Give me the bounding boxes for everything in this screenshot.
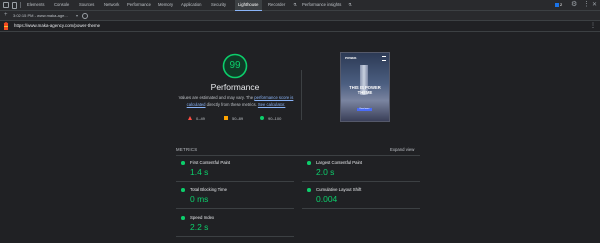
tab-performance[interactable]: Performance	[127, 0, 151, 10]
metric-value: 0 ms	[190, 194, 209, 204]
lighthouse-logo-icon	[3, 22, 9, 30]
tab-console[interactable]: Console	[54, 0, 69, 10]
divider	[176, 208, 294, 209]
performance-title: Performance	[210, 82, 260, 92]
divider	[302, 208, 420, 209]
divider	[176, 155, 420, 156]
divider	[176, 236, 294, 237]
tab-network[interactable]: Network	[104, 0, 119, 10]
legend-fail: 0–49	[196, 116, 205, 121]
more-options-icon[interactable]: ⋮	[583, 1, 590, 9]
flask-icon: ⚗	[293, 2, 297, 7]
close-icon[interactable]: ✕	[592, 1, 597, 9]
tab-elements[interactable]: Elements	[27, 0, 44, 10]
tab-recorder[interactable]: Recorder	[268, 0, 285, 10]
metric-value: 2.0 s	[316, 167, 335, 177]
thumbnail-title: THIS IS POWER THEME	[343, 85, 387, 95]
metric-name: Speed Index	[190, 215, 215, 220]
hamburger-icon	[382, 56, 386, 61]
issues-icon	[555, 2, 559, 7]
divider	[301, 70, 302, 120]
metric-name: Cumulative Layout Shift	[316, 187, 362, 192]
metric-name: First Contentful Paint	[190, 160, 231, 165]
performance-score: 99	[229, 60, 241, 71]
tab-performance-insights[interactable]: Performance insights	[302, 0, 341, 10]
metric-value: 1.4 s	[190, 167, 209, 177]
divider	[302, 181, 420, 182]
flask-icon: ⚗	[348, 2, 352, 7]
metric-value: 0.004	[316, 194, 338, 204]
gear-icon[interactable]: ⚙	[571, 1, 577, 9]
legend-average: 50–89	[232, 116, 244, 121]
pass-circle-icon	[181, 188, 185, 192]
report-menu-icon[interactable]: ⋮	[590, 21, 596, 31]
tab-memory[interactable]: Memory	[158, 0, 173, 10]
chevron-down-icon[interactable]: ▾	[76, 11, 78, 20]
desc-text: Values are estimated and may vary. The	[178, 95, 255, 100]
devtools-tab-strip: Elements Console Sources Network Perform…	[0, 0, 600, 11]
metric-name: Total Blocking Time	[190, 187, 228, 192]
report-url[interactable]: https://www.maka-agency.com/power-theme	[14, 21, 100, 31]
expand-view-toggle[interactable]: Expand view	[390, 147, 414, 152]
pass-circle-icon	[307, 188, 311, 192]
legend-pass: 90–100	[268, 116, 282, 121]
see-calculator-link[interactable]: See calculator.	[258, 102, 285, 107]
tab-lighthouse[interactable]: Lighthouse	[235, 0, 262, 11]
issues-badge[interactable]: 2	[555, 2, 562, 7]
clear-icon[interactable]	[82, 13, 88, 19]
metric-name: Largest Contentful Paint	[316, 160, 363, 165]
pass-circle-icon	[307, 161, 311, 165]
average-square-icon	[224, 116, 228, 120]
lighthouse-toolbar: + 3:02:15 PM - www.maka-age... ▾	[0, 11, 600, 21]
separator	[20, 2, 21, 8]
thumbnail-button: Read more	[357, 108, 372, 111]
report-selector[interactable]: 3:02:15 PM - www.maka-age...	[13, 13, 68, 18]
pass-circle-icon	[181, 216, 185, 220]
divider	[176, 181, 294, 182]
desc-text: directly from these metrics.	[205, 101, 258, 107]
tab-sources[interactable]: Sources	[79, 0, 94, 10]
issues-count: 2	[560, 2, 563, 7]
tab-application[interactable]: Application	[181, 0, 202, 10]
performance-description: Values are estimated and may vary. The p…	[176, 95, 296, 108]
thumbnail-brand: POWER.	[345, 56, 358, 60]
pass-circle-icon	[260, 116, 264, 120]
metrics-heading: METRICS	[176, 147, 198, 152]
tab-security[interactable]: Security	[211, 0, 226, 10]
report-url-bar: https://www.maka-agency.com/power-theme …	[0, 21, 600, 32]
device-toolbar-icon[interactable]	[12, 2, 17, 9]
pass-circle-icon	[181, 161, 185, 165]
fail-triangle-icon	[188, 116, 192, 120]
metric-value: 2.2 s	[190, 222, 209, 232]
thumbnail-title-line: THEME	[357, 90, 373, 95]
inspect-element-icon[interactable]	[3, 2, 9, 8]
new-report-icon[interactable]: +	[4, 11, 8, 20]
final-screenshot-thumbnail[interactable]: POWER. THIS IS POWER THEME Read more	[340, 52, 390, 122]
